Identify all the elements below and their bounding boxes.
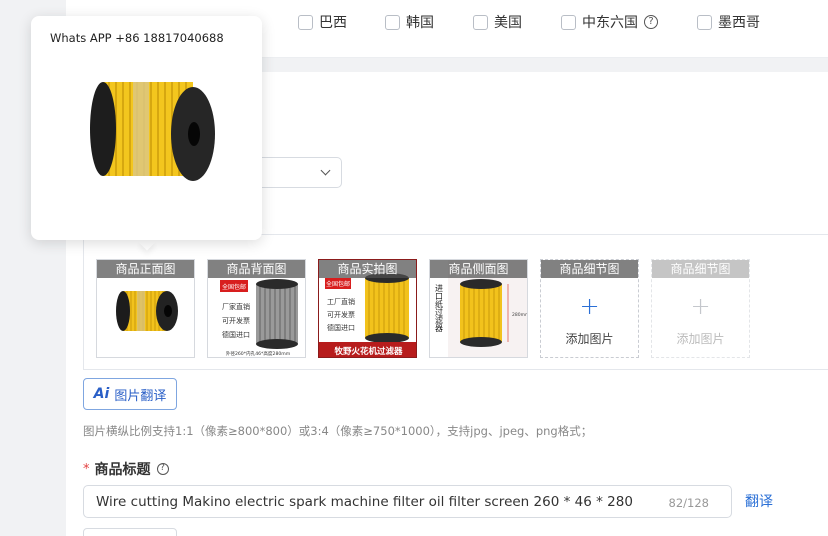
country-option-korea[interactable]: 韩国 bbox=[385, 12, 434, 32]
character-count: 82/128 bbox=[668, 496, 709, 510]
help-icon[interactable]: ? bbox=[156, 463, 169, 475]
title-value: Wire cutting Makino electric spark machi… bbox=[96, 494, 633, 510]
translate-link[interactable]: 翻译 bbox=[745, 491, 773, 511]
image-hint: 图片横纵比例支持1:1（像素≥800*800）或3:4（像素≥750*1000）… bbox=[83, 424, 593, 438]
checkbox[interactable] bbox=[298, 14, 313, 30]
photo-text: 进口纸过滤器 bbox=[435, 284, 444, 333]
next-button[interactable] bbox=[83, 528, 177, 536]
image-translate-label: 图片翻译 bbox=[114, 388, 167, 404]
ai-icon: Ai bbox=[93, 386, 110, 402]
checkbox[interactable] bbox=[473, 14, 488, 30]
country-label: 中东六国 bbox=[582, 15, 638, 31]
image-slot-back[interactable]: 全国包邮 厂家直销 可开发票 德国进口 外径260*内孔46*高度280mm 商… bbox=[207, 259, 306, 358]
image-preview-tooltip: Whats APP +86 18817040688 bbox=[31, 16, 262, 240]
slot-label: 商品背面图 bbox=[208, 260, 305, 278]
required-mark: * bbox=[83, 461, 90, 477]
image-translate-button[interactable]: Ai 图片翻译 bbox=[83, 378, 177, 410]
help-icon[interactable]: ? bbox=[644, 15, 658, 29]
country-label: 巴西 bbox=[319, 15, 347, 31]
add-image-label: 添加图片 bbox=[565, 332, 614, 346]
photo-text: 厂家直销 bbox=[222, 302, 250, 311]
plus-icon: + bbox=[690, 292, 711, 320]
photo-text: 德国进口 bbox=[327, 323, 355, 332]
photo-text: 280mm bbox=[512, 312, 528, 318]
image-slot-front[interactable]: 商品正面图 bbox=[96, 259, 195, 358]
photo-text: 工厂直销 bbox=[327, 297, 355, 306]
title-field-label: * 商品标题 ? bbox=[83, 459, 169, 479]
photo-text: 可开发票 bbox=[327, 310, 355, 319]
country-option-brazil[interactable]: 巴西 bbox=[298, 12, 347, 32]
photo-text: 牧野火花机过滤器 bbox=[334, 346, 403, 357]
image-slot-side[interactable]: 进口纸过滤器 280mm 商品侧面图 bbox=[429, 259, 528, 358]
checkbox[interactable] bbox=[697, 14, 712, 30]
slot-label: 商品正面图 bbox=[97, 260, 194, 278]
image-slot-detail[interactable]: 商品细节图 + 添加图片 bbox=[540, 259, 639, 358]
add-image-label: 添加图片 bbox=[676, 332, 725, 346]
photo-text: 可开发票 bbox=[222, 316, 250, 325]
country-label: 美国 bbox=[494, 15, 522, 31]
checkbox[interactable] bbox=[561, 14, 576, 30]
country-label: 墨西哥 bbox=[718, 15, 760, 31]
tooltip-text: Whats APP +86 18817040688 bbox=[50, 31, 224, 45]
country-option-usa[interactable]: 美国 bbox=[473, 12, 522, 32]
photo-text: 全国包邮 bbox=[326, 280, 350, 288]
category-select[interactable] bbox=[250, 157, 342, 188]
country-option-middle-east[interactable]: 中东六国 ? bbox=[561, 12, 658, 32]
checkbox[interactable] bbox=[385, 14, 400, 30]
product-preview-image bbox=[90, 82, 215, 181]
image-slot-real-shot[interactable]: 全国包邮 工厂直销 可开发票 德国进口 牧野火花机过滤器 商品实拍图 bbox=[318, 259, 417, 358]
image-slot-detail-disabled: 商品细节图 + 添加图片 bbox=[651, 259, 750, 358]
slot-label: 商品侧面图 bbox=[430, 260, 527, 278]
slot-label: 商品细节图 bbox=[541, 260, 638, 278]
photo-text: 外径260*内孔46*高度280mm bbox=[226, 350, 291, 357]
country-label: 韩国 bbox=[406, 15, 434, 31]
chevron-down-icon bbox=[320, 165, 331, 176]
photo-text: 全国包邮 bbox=[222, 283, 246, 291]
title-input[interactable]: Wire cutting Makino electric spark machi… bbox=[83, 485, 732, 518]
field-label: 商品标题 bbox=[94, 462, 151, 478]
plus-icon: + bbox=[579, 292, 600, 320]
slot-label: 商品细节图 bbox=[652, 260, 749, 278]
photo-text: 德国进口 bbox=[222, 330, 250, 339]
slot-label: 商品实拍图 bbox=[319, 260, 416, 278]
country-option-mexico[interactable]: 墨西哥 bbox=[697, 12, 760, 32]
